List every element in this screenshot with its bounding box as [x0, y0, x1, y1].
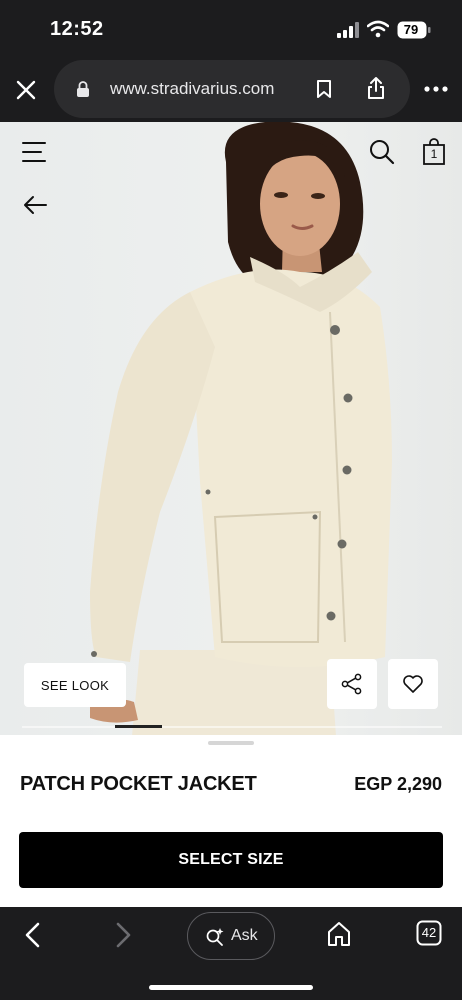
- home-icon[interactable]: [327, 921, 351, 947]
- share-nodes-icon: [341, 673, 362, 695]
- ask-label: Ask: [231, 927, 258, 944]
- battery-level: 79: [403, 22, 419, 37]
- url-text: www.stradivarius.com: [110, 79, 275, 98]
- product-price: EGP 2,290: [354, 774, 442, 794]
- product-info-sheet: PATCH POCKET JACKET EGP 2,290 SELECT SIZ…: [0, 735, 462, 907]
- heart-icon: [403, 675, 423, 693]
- lock-icon: [77, 81, 89, 97]
- chevron-right-icon[interactable]: [112, 921, 134, 949]
- ask-button[interactable]: Ask: [187, 912, 275, 960]
- browser-url-bar: www.stradivarius.com: [0, 58, 462, 122]
- status-time: 12:52: [50, 18, 104, 40]
- address-bar[interactable]: www.stradivarius.com: [54, 60, 410, 118]
- search-icon[interactable]: [369, 139, 395, 165]
- gallery-progress-indicator: [115, 725, 162, 728]
- product-name: PATCH POCKET JACKET: [20, 773, 257, 795]
- close-icon[interactable]: [14, 78, 38, 102]
- more-icon[interactable]: [424, 84, 448, 94]
- menu-icon[interactable]: [22, 140, 48, 164]
- back-arrow-icon[interactable]: [22, 194, 48, 216]
- product-image-gallery[interactable]: 1 SEE LOOK: [0, 122, 462, 736]
- see-look-button[interactable]: SEE LOOK: [24, 663, 126, 707]
- tabs-count: 42: [421, 925, 437, 940]
- bookmark-icon[interactable]: [316, 79, 332, 99]
- signal-icon: [337, 22, 359, 38]
- status-bar: 12:52 79: [0, 0, 462, 58]
- wifi-icon: [367, 20, 389, 38]
- sheet-grabber[interactable]: [208, 741, 254, 745]
- chevron-left-icon[interactable]: [22, 921, 44, 949]
- select-size-button[interactable]: SELECT SIZE: [19, 832, 443, 888]
- home-indicator: [149, 985, 313, 990]
- gallery-progress-track: [22, 726, 442, 728]
- share-product-button[interactable]: [327, 659, 377, 709]
- product-photo: [90, 122, 392, 736]
- sparkle-search-icon: [206, 928, 224, 946]
- browser-toolbar: Ask 42: [0, 907, 462, 1000]
- share-icon[interactable]: [366, 76, 386, 100]
- wishlist-button[interactable]: [388, 659, 438, 709]
- bag-count: 1: [430, 147, 438, 161]
